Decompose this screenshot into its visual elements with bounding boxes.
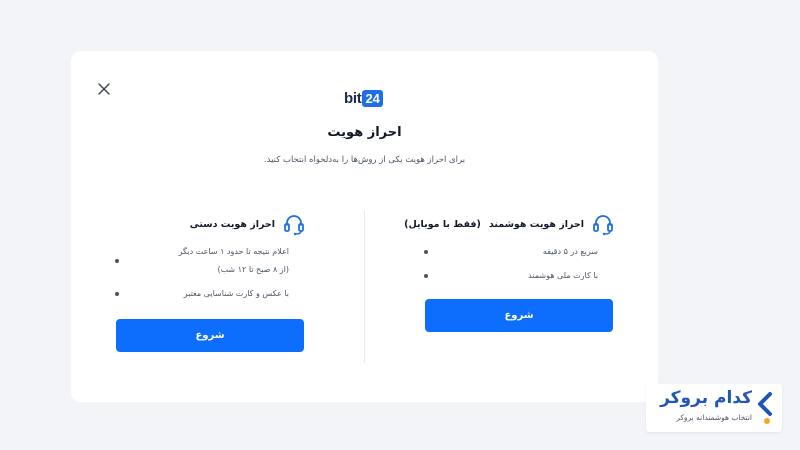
logo-text: bit	[344, 89, 362, 107]
smart-option-tag: (فقط با موبایل)	[404, 218, 481, 230]
manual-start-button[interactable]: شروع	[116, 319, 304, 352]
manual-option-title: احراز هویت دستی	[189, 218, 275, 230]
watermark-subtitle: انتخاب هوشمندانه بروکر	[676, 413, 752, 422]
logo-badge: 24	[362, 89, 383, 107]
bit24-logo: bit 24	[344, 89, 383, 107]
smart-verification-option: احراز هویت هوشمند (فقط با موبایل) سریع د…	[404, 211, 614, 291]
page-subtitle: برای احراز هویت یکی از روش‌ها را به‌دلخو…	[263, 155, 466, 165]
smart-option-title: احراز هویت هوشمند	[488, 218, 584, 230]
watermark-title: کدام بروکر	[660, 388, 752, 408]
bullet-dot	[424, 274, 428, 278]
feature-text: با عکس و کارت شناسایی معتبر	[183, 289, 289, 298]
list-item: با عکس و کارت شناسایی معتبر	[115, 285, 289, 303]
headset-icon	[592, 212, 614, 236]
smart-feature-list: سریع در ۵ دقیقه با کارت ملی هوشمند	[424, 243, 614, 285]
headset-icon	[283, 212, 305, 236]
manual-option-header: احراز هویت دستی	[115, 211, 305, 237]
manual-feature-list: اعلام نتیجه تا حدود ۱ ساعت دیگر (از ۸ صب…	[115, 243, 305, 303]
options-divider	[364, 211, 365, 363]
kodam-broker-logo-icon	[754, 390, 774, 426]
list-item: سریع در ۵ دقیقه	[424, 243, 598, 261]
feature-text: سریع در ۵ دقیقه	[542, 247, 598, 256]
list-item: اعلام نتیجه تا حدود ۱ ساعت دیگر (از ۸ صب…	[115, 243, 289, 279]
feature-text: اعلام نتیجه تا حدود ۱ ساعت دیگر	[178, 247, 289, 256]
list-item: با کارت ملی هوشمند	[424, 267, 598, 285]
bullet-dot	[115, 292, 119, 296]
manual-verification-option: احراز هویت دستی اعلام نتیجه تا حدود ۱ سا…	[115, 211, 305, 309]
auth-dialog: bit 24 احراز هویت برای احراز هویت یکی از…	[71, 51, 658, 402]
bullet-dot	[424, 250, 428, 254]
feature-text: با کارت ملی هوشمند	[528, 271, 598, 280]
smart-start-button[interactable]: شروع	[425, 299, 613, 332]
feature-text-secondary: (از ۸ صبح تا ۱۲ شب)	[217, 265, 289, 274]
close-icon[interactable]	[97, 82, 111, 96]
kodam-broker-watermark: کدام بروکر انتخاب هوشمندانه بروکر	[646, 384, 782, 432]
smart-option-header: احراز هویت هوشمند (فقط با موبایل)	[404, 211, 614, 237]
bullet-dot	[115, 259, 119, 263]
page-title: احراز هویت	[327, 125, 402, 140]
